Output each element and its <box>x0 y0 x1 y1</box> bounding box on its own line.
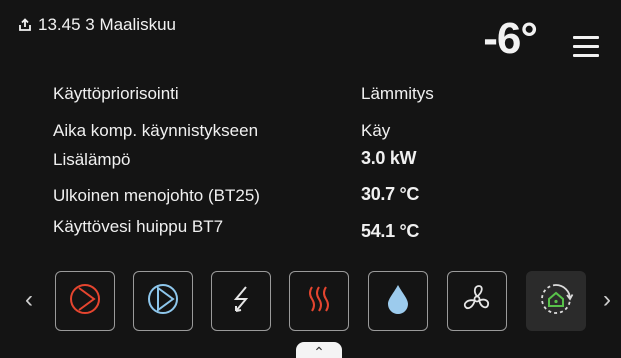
info-row-supply-line: Ulkoinen menojohto (BT25) 30.7 °C <box>53 184 583 212</box>
info-row-additional-heat: Lisälämpö 3.0 kW <box>53 148 583 176</box>
tile-home-cycle[interactable] <box>526 271 586 331</box>
bottom-pull-tab[interactable]: ⌃ <box>296 342 342 358</box>
tile-compressor[interactable] <box>55 271 115 331</box>
home-cycle-icon <box>537 280 575 323</box>
info-label: Ulkoinen menojohto (BT25) <box>53 186 260 205</box>
info-label: Käyttöpriorisointi <box>53 84 179 103</box>
info-label: Lisälämpö <box>53 150 131 169</box>
date-time: 13.45 3 Maaliskuu <box>38 15 176 34</box>
export-icon <box>18 18 32 32</box>
tile-circulation-pump[interactable] <box>133 271 193 331</box>
info-row-priority: Käyttöpriorisointi Lämmitys <box>53 84 583 110</box>
info-value: 3.0 kW <box>361 148 417 168</box>
info-value: 54.1 °C <box>361 221 420 241</box>
ventilation-fan-icon <box>460 282 494 321</box>
additional-heat-icon <box>302 282 336 321</box>
info-value: 30.7 °C <box>361 184 420 204</box>
electric-power-icon <box>225 283 257 320</box>
carousel-prev-button[interactable]: ‹ <box>25 286 33 314</box>
status-bar: 13.45 3 Maaliskuu <box>18 15 176 35</box>
info-value: Lämmitys <box>361 84 434 103</box>
info-value: Käy <box>361 121 391 140</box>
tile-additional-heat[interactable] <box>289 271 349 331</box>
tile-electric-power[interactable] <box>211 271 271 331</box>
info-row-compressor-start: Aika komp. käynnistykseen Käy <box>53 121 583 147</box>
tile-ventilation[interactable] <box>447 271 507 331</box>
chevron-up-icon: ⌃ <box>313 344 325 358</box>
hot-water-drop-icon <box>383 282 413 321</box>
circulation-pump-icon <box>146 282 180 321</box>
carousel-next-button[interactable]: › <box>603 286 611 314</box>
heat-pump-display: 13.45 3 Maaliskuu -6° Käyttöpriorisointi… <box>0 0 621 358</box>
hamburger-menu-icon[interactable] <box>573 36 599 58</box>
compressor-icon <box>68 282 102 321</box>
info-label: Käyttövesi huippu BT7 <box>53 217 224 236</box>
info-label: Aika komp. käynnistykseen <box>53 121 259 140</box>
tile-hot-water[interactable] <box>368 271 428 331</box>
outdoor-temperature: -6° <box>483 14 538 63</box>
info-row-hot-water-top: Käyttövesi huippu BT7 54.1 °C <box>53 217 583 243</box>
